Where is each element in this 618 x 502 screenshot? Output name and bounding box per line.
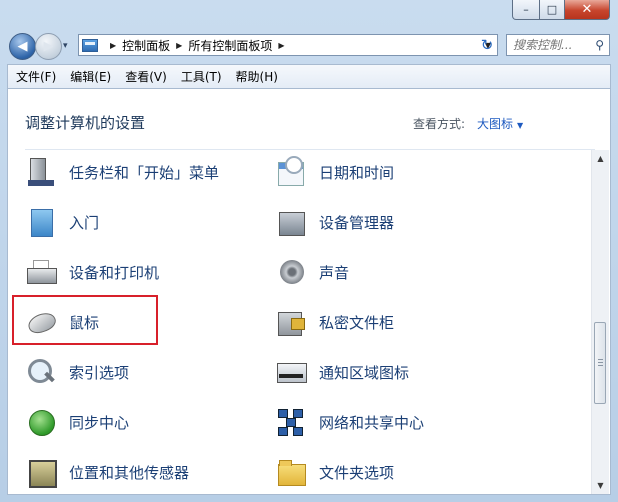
chevron-right-icon[interactable]: ▶ <box>278 41 284 50</box>
item-network-sharing[interactable]: 网络和共享中心 <box>275 404 424 440</box>
printer-icon <box>25 256 57 288</box>
content-pane: 调整计算机的设置 查看方式: 大图标 ▼ 任务栏和「开始」菜单 入门 设备和打印机… <box>7 88 611 495</box>
search-input[interactable] <box>507 37 595 53</box>
sync-icon <box>25 406 57 438</box>
highlight-box <box>12 295 158 345</box>
refresh-button[interactable]: ↻ <box>476 34 498 56</box>
item-getting-started[interactable]: 入门 <box>25 204 99 240</box>
chevron-down-icon[interactable]: ▼ <box>517 121 523 130</box>
item-devices-printers[interactable]: 设备和打印机 <box>25 254 159 290</box>
item-credential-locker[interactable]: 私密文件柜 <box>275 304 394 340</box>
minimize-button[interactable]: – <box>512 0 540 20</box>
item-label[interactable]: 位置和其他传感器 <box>69 462 189 483</box>
device-manager-icon <box>275 206 307 238</box>
item-label[interactable]: 索引选项 <box>69 362 129 383</box>
item-label[interactable]: 同步中心 <box>69 412 129 433</box>
folder-icon <box>275 456 307 488</box>
item-taskbar-start-menu[interactable]: 任务栏和「开始」菜单 <box>25 154 219 190</box>
item-sync-center[interactable]: 同步中心 <box>25 404 129 440</box>
scroll-down-button[interactable]: ▼ <box>592 477 609 494</box>
menu-view[interactable]: 查看(V) <box>125 68 167 85</box>
item-label[interactable]: 声音 <box>319 262 349 283</box>
location-sensor-icon <box>25 456 57 488</box>
item-label[interactable]: 日期和时间 <box>319 162 394 183</box>
item-label[interactable]: 通知区域图标 <box>319 362 409 383</box>
network-icon <box>275 406 307 438</box>
breadcrumb-control-panel[interactable]: 控制面板 <box>122 37 170 54</box>
item-label[interactable]: 文件夹选项 <box>319 462 394 483</box>
item-label[interactable]: 私密文件柜 <box>319 312 394 333</box>
getting-started-icon <box>25 206 57 238</box>
control-panel-icon <box>82 38 98 52</box>
breadcrumb-all-items[interactable]: 所有控制面板项 <box>188 37 272 54</box>
header-divider <box>25 149 595 150</box>
item-label[interactable]: 设备和打印机 <box>69 262 159 283</box>
item-date-time[interactable]: 日期和时间 <box>275 154 394 190</box>
item-label[interactable]: 入门 <box>69 212 99 233</box>
item-notification-icons[interactable]: 通知区域图标 <box>275 354 409 390</box>
search-icon[interactable]: ⚲ <box>595 38 604 52</box>
credential-locker-icon <box>275 306 307 338</box>
calendar-clock-icon <box>275 156 307 188</box>
back-button[interactable]: ◀ <box>9 33 36 60</box>
item-sound[interactable]: 声音 <box>275 254 349 290</box>
search-box[interactable]: ⚲ <box>506 34 610 56</box>
window-frame: – □ ✕ ◀ ▶ ▾ ▶ 控制面板 ▶ 所有控制面板项 ▶ ▼ ↻ ⚲ 文件(… <box>0 0 618 502</box>
address-bar[interactable]: ▶ 控制面板 ▶ 所有控制面板项 ▶ ▼ <box>78 34 498 56</box>
page-title: 调整计算机的设置 <box>25 114 146 132</box>
view-by-label: 查看方式: <box>413 117 466 131</box>
menu-file[interactable]: 文件(F) <box>16 68 56 85</box>
menu-help[interactable]: 帮助(H) <box>236 68 278 85</box>
item-folder-options[interactable]: 文件夹选项 <box>275 454 394 490</box>
chevron-right-icon[interactable]: ▶ <box>176 41 182 50</box>
notification-tray-icon <box>275 356 307 388</box>
indexing-icon <box>25 356 57 388</box>
menu-tools[interactable]: 工具(T) <box>181 68 222 85</box>
view-by-dropdown[interactable]: 大图标 ▼ <box>477 115 523 132</box>
chevron-right-icon[interactable]: ▶ <box>110 41 116 50</box>
menu-edit[interactable]: 编辑(E) <box>70 68 111 85</box>
item-label[interactable]: 任务栏和「开始」菜单 <box>69 162 219 183</box>
item-device-manager[interactable]: 设备管理器 <box>275 204 394 240</box>
item-label[interactable]: 网络和共享中心 <box>319 412 424 433</box>
scroll-up-button[interactable]: ▲ <box>592 150 609 167</box>
item-indexing-options[interactable]: 索引选项 <box>25 354 129 390</box>
forward-button[interactable]: ▶ <box>35 33 62 60</box>
item-label[interactable]: 设备管理器 <box>319 212 394 233</box>
caption-buttons: – □ ✕ <box>512 0 610 20</box>
scrollbar-thumb[interactable] <box>594 322 606 404</box>
view-by-value[interactable]: 大图标 <box>477 117 513 131</box>
item-location-sensors[interactable]: 位置和其他传感器 <box>25 454 189 490</box>
menu-bar: 文件(F) 编辑(E) 查看(V) 工具(T) 帮助(H) <box>7 64 611 88</box>
history-dropdown-icon[interactable]: ▾ <box>63 41 68 51</box>
navigation-bar: ◀ ▶ ▾ ▶ 控制面板 ▶ 所有控制面板项 ▶ ▼ ↻ ⚲ <box>0 28 618 64</box>
speaker-icon <box>275 256 307 288</box>
taskbar-icon <box>25 156 57 188</box>
close-button[interactable]: ✕ <box>565 0 610 20</box>
vertical-scrollbar[interactable]: ▲ ▼ <box>591 150 609 494</box>
maximize-button[interactable]: □ <box>540 0 565 20</box>
